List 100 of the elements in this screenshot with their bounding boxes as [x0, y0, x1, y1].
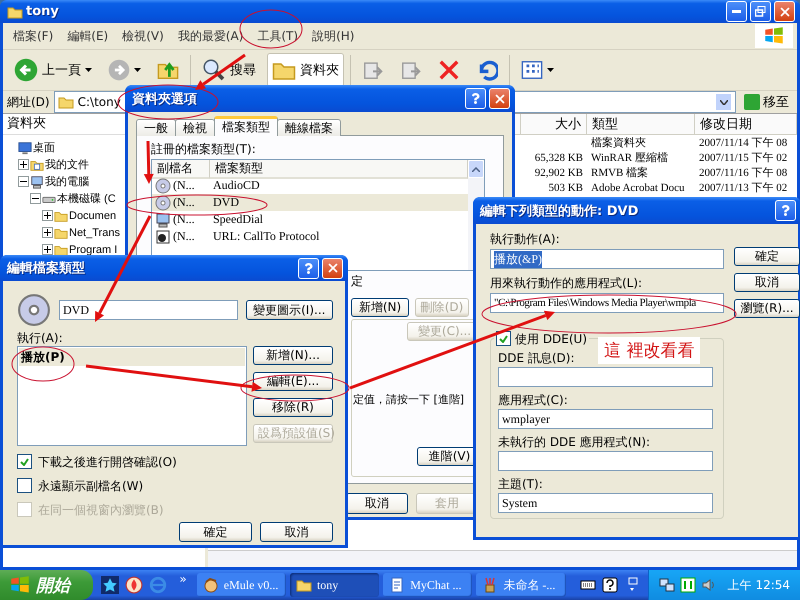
quick-launch-button[interactable]: [125, 576, 144, 594]
check-icon: [499, 334, 508, 342]
list-item[interactable]: 播放(P): [19, 348, 245, 366]
column-header[interactable]: 大小: [521, 114, 587, 135]
tab[interactable]: 離線檔案: [277, 119, 341, 136]
search-button[interactable]: 搜尋: [197, 53, 261, 87]
menu-item[interactable]: 檔案(F): [7, 26, 60, 46]
scrollbar[interactable]: [208, 550, 797, 567]
close-button[interactable]: [489, 88, 510, 109]
help-button[interactable]: [465, 88, 486, 109]
tree-expander[interactable]: [42, 227, 53, 238]
dialog-button[interactable]: 確定: [734, 247, 800, 266]
tree-item[interactable]: Documen: [69, 208, 116, 222]
tree-expander[interactable]: [18, 176, 29, 187]
quick-launch-button[interactable]: [101, 576, 120, 594]
tree-item[interactable]: 本機磁碟 (C: [57, 192, 116, 206]
disc-icon: [155, 194, 171, 210]
table-cell-text: 503 KB: [547, 180, 584, 195]
tree-item[interactable]: 我的電腦: [45, 174, 89, 188]
dialog-button[interactable]: 取消: [260, 522, 333, 542]
text-field[interactable]: [498, 367, 713, 387]
close-button[interactable]: [774, 1, 795, 22]
dialog-button[interactable]: 瀏覽(R)...: [734, 299, 800, 318]
table-cell-text: 65,328 KB: [534, 150, 584, 165]
list-row[interactable]: (N... AudioCD: [152, 177, 468, 194]
back-button[interactable]: 上一頁: [9, 53, 97, 87]
menu-item[interactable]: 工具(T): [251, 26, 304, 46]
checkbox-label: 永遠顯示副檔名(W): [38, 478, 144, 492]
checkbox-label: 在同一個視窗內瀏覽(B): [38, 502, 164, 516]
close-button[interactable]: [322, 258, 343, 278]
table-cell: (N...: [173, 178, 195, 193]
action-field[interactable]: 播放(&P): [490, 249, 724, 269]
list-label: 註冊的檔案類型(T):: [151, 142, 257, 156]
column-header[interactable]: 修改日期: [695, 114, 797, 135]
dialog-button[interactable]: 確定: [179, 522, 252, 542]
help-button[interactable]: [775, 200, 796, 221]
table-cell-text: 92,902 KB: [534, 166, 584, 180]
tab[interactable]: 檔案類型: [214, 116, 278, 136]
field-label: 主題(T):: [498, 477, 544, 491]
text-field[interactable]: System: [498, 493, 713, 513]
window-title: 編輯檔案類型: [7, 260, 86, 277]
start-button[interactable]: 開始: [0, 570, 94, 600]
taskbar-button[interactable]: MyChat ...: [383, 573, 472, 597]
link-icon: [155, 228, 171, 244]
tree-expander[interactable]: [30, 193, 41, 204]
table-cell-text: 2007/11/15 下午 02: [698, 151, 788, 165]
field-label: 應用程式(C):: [498, 393, 569, 407]
folders-button[interactable]: 資料夾: [267, 53, 344, 87]
dialog-button[interactable]: 取消: [346, 493, 408, 514]
tab[interactable]: 一般: [136, 119, 176, 136]
help-button[interactable]: [298, 258, 319, 278]
column-header[interactable]: 檔案類型: [210, 160, 468, 179]
minimize-button[interactable]: [726, 1, 747, 22]
search-icon: [202, 58, 226, 82]
dialog-button[interactable]: 編輯(E)...: [253, 372, 333, 391]
field-label: DDE 訊息(D):: [498, 351, 576, 365]
menu-item[interactable]: 編輯(E): [61, 26, 114, 46]
list-row[interactable]: (N... DVD: [152, 194, 468, 211]
tree-expander[interactable]: [42, 244, 53, 255]
table-cell-text: 2007/11/14 下午 08: [698, 136, 788, 150]
dialog-button[interactable]: 新增(N): [351, 298, 409, 317]
window-title: 資料夾選項: [132, 90, 198, 108]
dialog-button[interactable]: 移除(R): [253, 398, 333, 417]
column-header[interactable]: 類型: [587, 114, 695, 135]
column-header[interactable]: 副檔名: [152, 160, 210, 179]
annotation-ellipse: [12, 346, 74, 382]
restore-button[interactable]: [750, 1, 771, 22]
taskbar-button[interactable]: 未命名 -...: [476, 573, 566, 597]
overflow-chevron[interactable]: »: [179, 570, 187, 586]
document-icon: [389, 577, 406, 593]
name-field[interactable]: DVD: [59, 300, 238, 320]
address-label: 網址(D): [7, 95, 50, 109]
taskbar-button[interactable]: tony: [290, 573, 380, 597]
tree-item[interactable]: Program I: [69, 242, 118, 256]
checkbox[interactable]: [17, 454, 32, 469]
checkbox[interactable]: [17, 478, 32, 493]
dialog-button[interactable]: 新增(N)...: [253, 346, 333, 365]
list-row[interactable]: (N... SpeedDial: [152, 211, 468, 228]
dropdown-button[interactable]: [715, 93, 732, 111]
flame-icon: [125, 576, 144, 594]
tree-expander[interactable]: [42, 210, 53, 221]
taskbar-button[interactable]: eMule v0...: [196, 573, 286, 597]
windows-logo-icon: [764, 26, 784, 46]
menu-item[interactable]: 檢視(V): [116, 26, 170, 46]
go-button[interactable]: 移至: [740, 93, 793, 111]
tree-item[interactable]: Net_Trans: [69, 226, 120, 240]
action-list[interactable]: 播放(P): [17, 346, 247, 446]
window-title: tony: [26, 4, 60, 19]
list-row[interactable]: (N... URL: CallTo Protocol: [152, 228, 468, 245]
tree-expander[interactable]: [18, 159, 29, 170]
menu-item[interactable]: 說明(H): [306, 26, 360, 46]
tab[interactable]: 檢視: [175, 119, 215, 136]
help-icon: [780, 205, 791, 216]
caret-icon: [547, 68, 554, 72]
tree-item[interactable]: 我的文件: [45, 158, 89, 172]
dialog-button[interactable]: 取消: [734, 273, 800, 292]
change-icon-button[interactable]: 變更圖示(I)...: [246, 300, 333, 320]
text-field[interactable]: [498, 451, 713, 471]
text-field[interactable]: wmplayer: [498, 409, 713, 429]
tree-item[interactable]: 桌面: [33, 140, 55, 154]
